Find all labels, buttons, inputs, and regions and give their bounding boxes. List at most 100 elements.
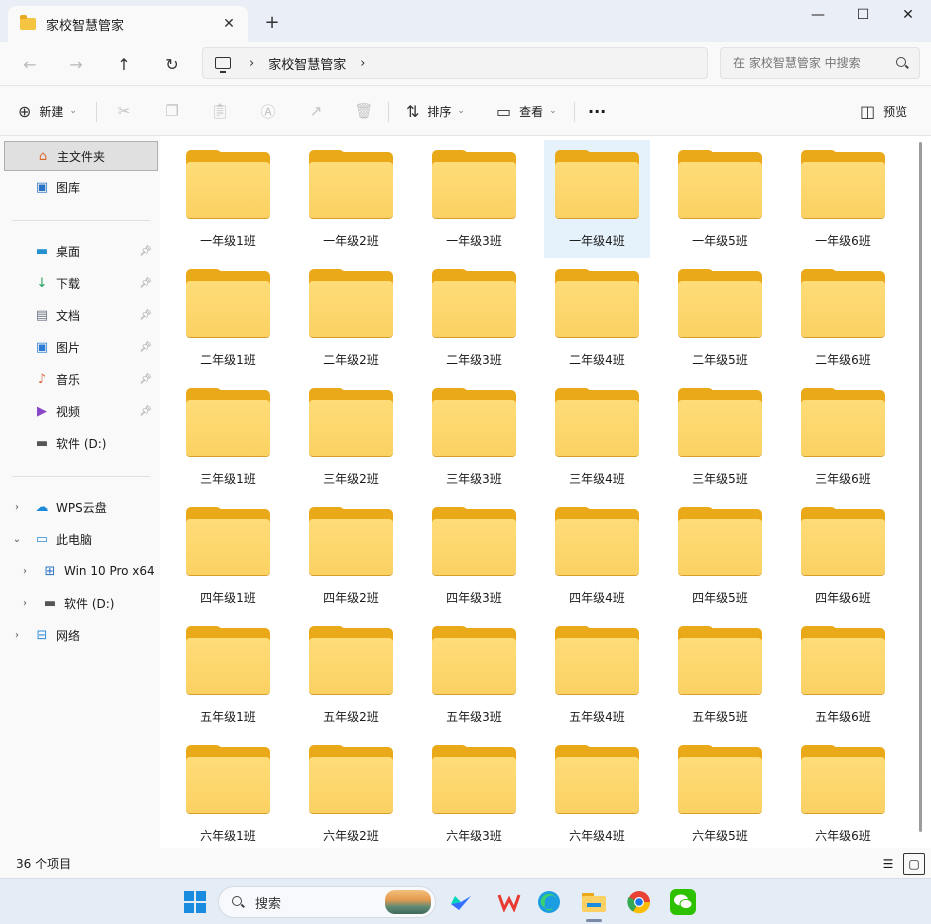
folder-item[interactable]: 一年级2班 xyxy=(298,140,404,258)
folder-item[interactable]: 一年级4班 xyxy=(544,140,650,258)
folder-item[interactable]: 四年级1班 xyxy=(175,497,281,615)
folder-item[interactable]: 六年级1班 xyxy=(175,735,281,853)
folder-item[interactable]: 五年级6班 xyxy=(790,616,896,734)
sidebar-item-downloads[interactable]: ↓ 下载 📌︎ xyxy=(4,268,158,298)
up-button[interactable]: ↑ xyxy=(110,50,138,78)
minimize-button[interactable]: — xyxy=(795,0,841,30)
folder-item[interactable]: 四年级3班 xyxy=(421,497,527,615)
refresh-button[interactable]: ↻ xyxy=(158,50,186,78)
taskbar-search[interactable]: 搜索 xyxy=(218,886,436,918)
folder-item[interactable]: 一年级3班 xyxy=(421,140,527,258)
sidebar-item-home[interactable]: ⌂ 主文件夹 xyxy=(4,141,158,171)
large-icons-view-icon[interactable]: ▢ xyxy=(903,853,925,875)
close-tab-icon[interactable]: ✕ xyxy=(218,13,240,35)
folder-item[interactable]: 三年级4班 xyxy=(544,378,650,496)
sidebar-item-drive-d-tree[interactable]: › ▬ 软件 (D:) xyxy=(4,588,158,618)
chevron-right-icon[interactable]: › xyxy=(249,56,254,71)
sidebar-item-drive-d[interactable]: ▬ 软件 (D:) xyxy=(4,428,158,458)
folder-item[interactable]: 四年级5班 xyxy=(667,497,773,615)
more-options-button[interactable]: ··· xyxy=(588,96,606,126)
edge-icon[interactable] xyxy=(534,887,564,917)
folder-item[interactable]: 一年级5班 xyxy=(667,140,773,258)
chevron-right-icon[interactable]: › xyxy=(18,566,32,577)
folder-item[interactable]: 五年级4班 xyxy=(544,616,650,734)
new-button[interactable]: ⊕ 新建 ⌄ xyxy=(18,96,77,126)
folder-item[interactable]: 二年级1班 xyxy=(175,259,281,377)
view-button[interactable]: ▭ 查看 ⌄ xyxy=(496,96,557,126)
folder-item[interactable]: 二年级3班 xyxy=(421,259,527,377)
sidebar-item-this-pc[interactable]: ⌄ ▭ 此电脑 xyxy=(4,524,158,554)
close-window-button[interactable]: ✕ xyxy=(885,0,931,30)
folder-item[interactable]: 四年级4班 xyxy=(544,497,650,615)
folder-item[interactable]: 五年级2班 xyxy=(298,616,404,734)
sidebar-item-pictures[interactable]: ▣ 图片 📌︎ xyxy=(4,332,158,362)
folder-item[interactable]: 三年级2班 xyxy=(298,378,404,496)
rename-icon[interactable]: Ⓐ xyxy=(256,99,280,123)
pin-icon[interactable]: 📌︎ xyxy=(139,278,152,289)
copy-icon[interactable]: ❐ xyxy=(160,99,184,123)
chevron-right-icon[interactable]: › xyxy=(18,598,32,609)
back-button[interactable]: ← xyxy=(16,50,44,78)
search-box[interactable] xyxy=(720,47,920,79)
chrome-icon[interactable] xyxy=(624,887,654,917)
cut-icon[interactable]: ✂ xyxy=(112,99,136,123)
sidebar-item-desktop[interactable]: ▬ 桌面 📌︎ xyxy=(4,236,158,266)
sidebar-item-wps-cloud[interactable]: › ☁ WPS云盘 xyxy=(4,492,158,522)
address-bar[interactable]: › 家校智慧管家 › xyxy=(202,47,708,79)
sort-button[interactable]: ⇅ 排序 ⌄ xyxy=(406,96,465,126)
lark-icon[interactable] xyxy=(446,887,476,917)
folder-item[interactable]: 五年级3班 xyxy=(421,616,527,734)
forward-button[interactable]: → xyxy=(62,50,90,78)
tab-home-school[interactable]: 家校智慧管家 ✕ xyxy=(8,6,248,42)
folder-item[interactable]: 二年级2班 xyxy=(298,259,404,377)
paste-icon[interactable]: 📋︎ xyxy=(208,99,232,123)
sidebar-item-videos[interactable]: ▶ 视频 📌︎ xyxy=(4,396,158,426)
sidebar-item-win10-drive[interactable]: › ⊞ Win 10 Pro x64 xyxy=(4,556,158,586)
pin-icon[interactable]: 📌︎ xyxy=(139,342,152,353)
chevron-down-icon[interactable]: ⌄ xyxy=(10,534,24,545)
folder-item[interactable]: 一年级6班 xyxy=(790,140,896,258)
maximize-button[interactable]: ☐ xyxy=(840,0,886,30)
folder-item[interactable]: 五年级1班 xyxy=(175,616,281,734)
sidebar-item-gallery[interactable]: ▣ 图库 xyxy=(4,172,158,202)
folder-item[interactable]: 六年级3班 xyxy=(421,735,527,853)
share-icon[interactable]: ↗ xyxy=(304,99,328,123)
chevron-right-icon[interactable]: › xyxy=(360,56,365,71)
folder-item[interactable]: 六年级6班 xyxy=(790,735,896,853)
pin-icon[interactable]: 📌︎ xyxy=(139,310,152,321)
details-view-icon[interactable]: ☰ xyxy=(877,853,899,875)
folder-item[interactable]: 二年级4班 xyxy=(544,259,650,377)
breadcrumb-item[interactable]: 家校智慧管家 xyxy=(268,54,346,73)
folder-item[interactable]: 三年级3班 xyxy=(421,378,527,496)
chevron-right-icon[interactable]: › xyxy=(10,630,24,641)
wechat-icon[interactable] xyxy=(668,887,698,917)
preview-button[interactable]: ◫ 预览 xyxy=(860,96,907,126)
sidebar-item-network[interactable]: › ⊟ 网络 xyxy=(4,620,158,650)
delete-icon[interactable]: 🗑︎ xyxy=(352,99,376,123)
pin-icon[interactable]: 📌︎ xyxy=(139,374,152,385)
folder-item[interactable]: 二年级6班 xyxy=(790,259,896,377)
vertical-scrollbar[interactable] xyxy=(919,142,922,832)
pin-icon[interactable]: 📌︎ xyxy=(139,246,152,257)
folder-item[interactable]: 四年级6班 xyxy=(790,497,896,615)
folder-item[interactable]: 二年级5班 xyxy=(667,259,773,377)
sidebar-item-music[interactable]: ♪ 音乐 📌︎ xyxy=(4,364,158,394)
chevron-right-icon[interactable]: › xyxy=(10,502,24,513)
folder-item[interactable]: 一年级1班 xyxy=(175,140,281,258)
folder-item[interactable]: 六年级2班 xyxy=(298,735,404,853)
folder-item[interactable]: 三年级1班 xyxy=(175,378,281,496)
wps-icon[interactable] xyxy=(494,887,524,917)
file-explorer-icon[interactable] xyxy=(579,887,609,917)
folder-item[interactable]: 三年级6班 xyxy=(790,378,896,496)
folder-item[interactable]: 六年级4班 xyxy=(544,735,650,853)
folder-item[interactable]: 六年级5班 xyxy=(667,735,773,853)
search-icon[interactable] xyxy=(895,56,909,70)
search-input[interactable] xyxy=(733,56,895,70)
new-tab-button[interactable]: + xyxy=(260,10,284,34)
windows-start-icon[interactable] xyxy=(180,887,210,917)
folder-item[interactable]: 五年级5班 xyxy=(667,616,773,734)
sidebar-item-documents[interactable]: ▤ 文档 📌︎ xyxy=(4,300,158,330)
folder-item[interactable]: 四年级2班 xyxy=(298,497,404,615)
folder-item[interactable]: 三年级5班 xyxy=(667,378,773,496)
pin-icon[interactable]: 📌︎ xyxy=(139,406,152,417)
